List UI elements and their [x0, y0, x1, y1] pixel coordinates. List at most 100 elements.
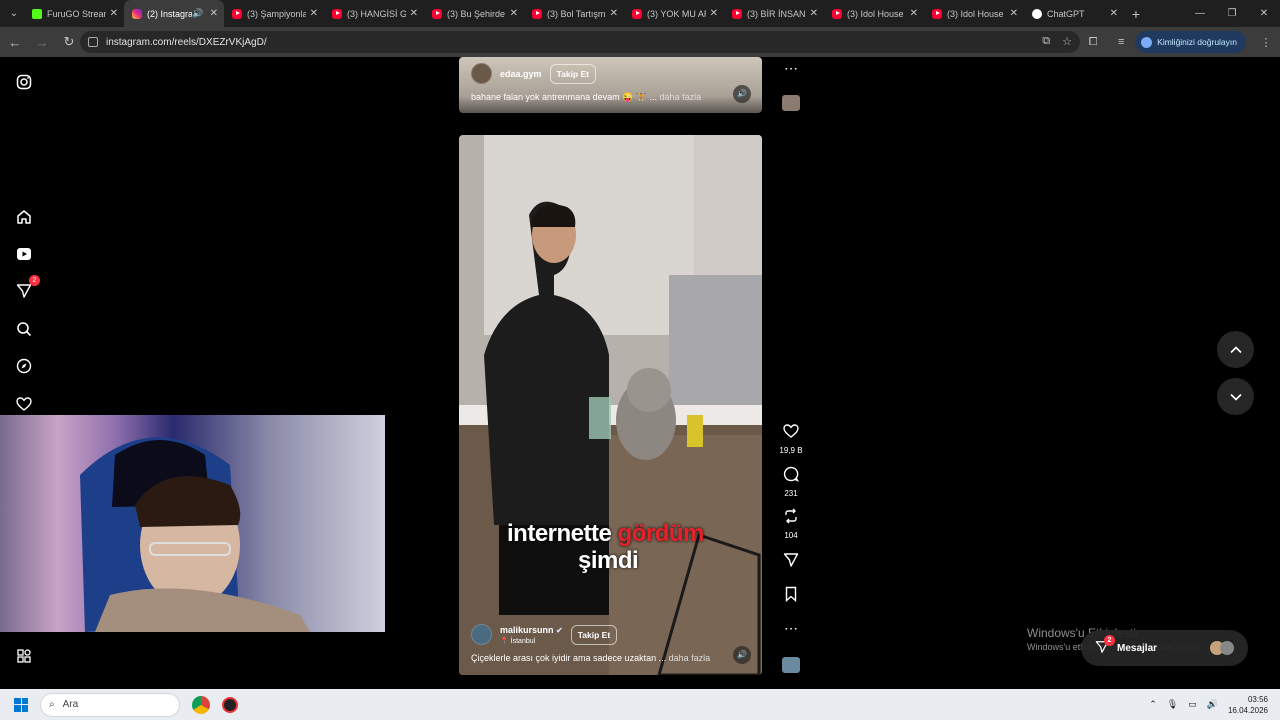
- like-button[interactable]: 19,9 B: [778, 423, 804, 455]
- kick-icon: [32, 8, 42, 19]
- share-icon: [783, 553, 799, 567]
- close-tab-icon[interactable]: ✕: [810, 8, 818, 19]
- comment-icon: [783, 466, 799, 482]
- reel-user-info: edaa.gym Takip Et: [471, 63, 596, 84]
- windows-taskbar: ⌕ Ara ⌃ 🎙 ▭ 🔊 03:56 16.04.2026: [0, 689, 1280, 720]
- search-icon[interactable]: [14, 319, 34, 339]
- close-tab-icon[interactable]: ✕: [910, 8, 918, 19]
- webcam-overlay: [0, 415, 385, 632]
- maximize-button[interactable]: ❐: [1216, 0, 1248, 27]
- browser-menu-icon[interactable]: ⋮: [1252, 36, 1280, 49]
- more-options-icon[interactable]: ⋯: [778, 620, 804, 637]
- youtube-icon: [532, 8, 542, 19]
- app-icon[interactable]: [222, 696, 238, 713]
- follow-button[interactable]: Takip Et: [570, 624, 618, 645]
- more-link[interactable]: daha fazla: [660, 92, 702, 102]
- reel-username[interactable]: edaa.gym: [500, 69, 542, 79]
- reload-button[interactable]: ↻: [57, 30, 81, 54]
- instagram-page: 2 edaa.gym Takip Et bahane falan yok ant…: [0, 57, 1280, 689]
- windows-start-icon[interactable]: [14, 697, 28, 712]
- reel-main[interactable]: internette gördüm şimdi malikursunn ✔ 📍 …: [459, 135, 762, 675]
- browser-tab[interactable]: (3) YOK MU AR ✕: [624, 0, 724, 27]
- verify-identity-button[interactable]: Kimliğinizi doğrulayın: [1135, 31, 1246, 53]
- repost-button[interactable]: 104: [778, 508, 804, 540]
- browser-tab[interactable]: (3) Şampiyonla ✕: [224, 0, 324, 27]
- more-link[interactable]: daha fazla: [669, 653, 711, 663]
- close-tab-icon[interactable]: ✕: [310, 8, 318, 19]
- audio-thumbnail[interactable]: [782, 657, 800, 673]
- extensions-icon[interactable]: ⧠: [1079, 36, 1107, 49]
- site-info-icon[interactable]: [88, 37, 98, 47]
- youtube-icon: [932, 8, 942, 19]
- close-tab-icon[interactable]: ✕: [610, 8, 618, 19]
- close-tab-icon[interactable]: ✕: [510, 8, 518, 19]
- instagram-logo-icon[interactable]: [14, 72, 34, 92]
- avatar[interactable]: [471, 624, 492, 645]
- instagram-icon: [132, 8, 142, 19]
- reel-username[interactable]: malikursunn: [500, 625, 554, 635]
- show-hidden-icons-icon[interactable]: ⌃: [1149, 699, 1157, 710]
- browser-tab[interactable]: (3) HANGİSİ G ✕: [324, 0, 424, 27]
- tab-search-button[interactable]: ⌄: [4, 4, 24, 24]
- reel-caption: bahane falan yok antrenmana devam 😜 🏋️ .…: [471, 92, 702, 102]
- messages-icon[interactable]: 2: [14, 275, 40, 301]
- browser-tab[interactable]: ChatGPT ✕: [1024, 0, 1124, 27]
- browser-tab[interactable]: (3) Bol Tartışm ✕: [524, 0, 624, 27]
- browser-tab[interactable]: (2) Instagram🔊 ✕: [124, 0, 224, 27]
- explore-icon[interactable]: [14, 356, 34, 376]
- bookmark-star-icon[interactable]: ☆: [1062, 35, 1072, 48]
- messages-button[interactable]: 2 Mesajlar: [1081, 630, 1248, 666]
- reel-previous[interactable]: edaa.gym Takip Et bahane falan yok antre…: [459, 57, 762, 113]
- close-tab-icon[interactable]: ✕: [1110, 8, 1118, 19]
- install-app-icon[interactable]: ⧉: [1042, 35, 1050, 48]
- close-tab-icon[interactable]: ✕: [710, 8, 718, 19]
- avatar[interactable]: [471, 63, 492, 84]
- address-bar[interactable]: instagram.com/reels/DXEZrVKjAgD/ ⧉ ☆: [80, 31, 1080, 53]
- heart-icon[interactable]: [14, 394, 34, 414]
- more-options-icon[interactable]: ⋯: [778, 60, 804, 77]
- browser-tab[interactable]: (3) BİR İNSAN ✕: [724, 0, 824, 27]
- search-icon: ⌕: [49, 699, 55, 710]
- more-menu-icon[interactable]: [14, 646, 34, 666]
- tab-title: (3) HANGİSİ G: [347, 8, 406, 19]
- volume-icon[interactable]: 🔊: [733, 85, 751, 103]
- browser-tab[interactable]: (3) Idol House ✕: [924, 0, 1024, 27]
- tab-audio-icon[interactable]: 🔊: [192, 8, 203, 19]
- close-tab-icon[interactable]: ✕: [1010, 8, 1018, 19]
- follow-button[interactable]: Takip Et: [549, 63, 596, 84]
- taskbar-clock[interactable]: 03:56 16.04.2026: [1228, 694, 1268, 716]
- volume-icon[interactable]: 🔊: [1207, 699, 1218, 710]
- reels-icon[interactable]: [14, 244, 34, 264]
- new-tab-button[interactable]: +: [1124, 6, 1148, 22]
- next-reel-button[interactable]: [1217, 378, 1254, 415]
- audio-thumbnail[interactable]: [782, 95, 800, 111]
- media-controls-icon[interactable]: ≡: [1107, 36, 1135, 48]
- avatar: [1220, 641, 1234, 655]
- close-tab-icon[interactable]: ✕: [110, 8, 118, 19]
- youtube-icon: [732, 8, 742, 19]
- back-button[interactable]: ←: [3, 30, 27, 54]
- close-window-button[interactable]: ✕: [1248, 0, 1280, 27]
- volume-icon[interactable]: 🔊: [733, 646, 751, 664]
- microphone-icon[interactable]: 🎙: [1167, 699, 1178, 710]
- chrome-icon[interactable]: [192, 695, 210, 714]
- url-text: instagram.com/reels/DXEZrVKjAgD/: [106, 36, 267, 48]
- forward-button[interactable]: →: [30, 30, 54, 54]
- close-tab-icon[interactable]: ✕: [210, 8, 218, 19]
- repost-count: 104: [784, 531, 798, 540]
- tab-title: (3) Şampiyonla: [247, 8, 306, 19]
- browser-tab[interactable]: FuruGO Stream ✕: [24, 0, 124, 27]
- minimize-button[interactable]: —: [1184, 0, 1216, 27]
- previous-reel-button[interactable]: [1217, 331, 1254, 368]
- close-tab-icon[interactable]: ✕: [410, 8, 418, 19]
- tab-strip: ⌄ FuruGO Stream✕(2) Instagram🔊✕(3) Şampi…: [0, 0, 1280, 27]
- comment-button[interactable]: 231: [778, 466, 804, 498]
- browser-tab[interactable]: (3) Bu Şehirde ✕: [424, 0, 524, 27]
- save-button[interactable]: [778, 586, 804, 607]
- home-icon[interactable]: [14, 207, 34, 227]
- taskbar-search[interactable]: ⌕ Ara: [40, 692, 180, 717]
- network-icon[interactable]: ▭: [1188, 699, 1197, 710]
- reel-location[interactable]: İstanbul: [511, 638, 536, 645]
- share-button[interactable]: [778, 552, 804, 573]
- browser-tab[interactable]: (3) Idol House ✕: [824, 0, 924, 27]
